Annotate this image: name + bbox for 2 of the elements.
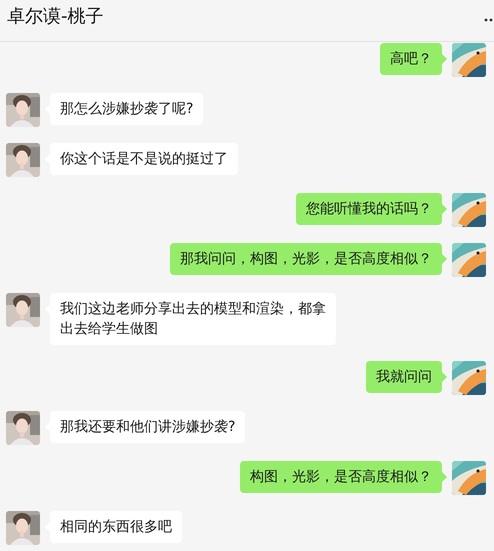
more-icon[interactable] xyxy=(484,18,494,22)
window-title: 卓尔谟-桃子 xyxy=(7,6,104,28)
